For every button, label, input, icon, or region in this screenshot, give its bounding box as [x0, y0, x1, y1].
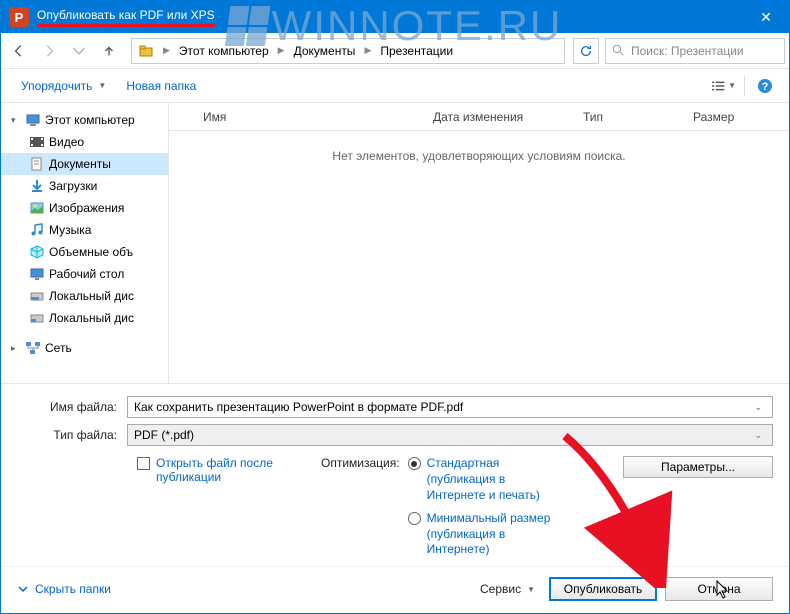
close-button[interactable]: ✕: [743, 1, 789, 33]
nav-forward-button[interactable]: [35, 37, 63, 65]
view-options-button[interactable]: ▼: [712, 74, 736, 98]
sidebar-item-disk-2[interactable]: Локальный дис: [1, 307, 168, 329]
nav-up-button[interactable]: [95, 37, 123, 65]
radio-minimal[interactable]: Минимальный размер (публикация в Интерне…: [408, 511, 567, 558]
sidebar-item-pictures[interactable]: Изображения: [1, 197, 168, 219]
network-icon: [25, 340, 41, 356]
col-size[interactable]: Размер: [685, 110, 765, 124]
col-type[interactable]: Тип: [575, 110, 685, 124]
sidebar: ▾ Этот компьютер Видео Документы Загрузк…: [1, 103, 169, 383]
optimization-label: Оптимизация:: [321, 456, 400, 470]
chevron-down-icon: [17, 583, 29, 595]
sidebar-item-video[interactable]: Видео: [1, 131, 168, 153]
column-headers: Имя Дата изменения Тип Размер: [169, 103, 789, 131]
desktop-icon: [29, 266, 45, 282]
titlebar: P Опубликовать как PDF или XPS ✕: [1, 1, 789, 33]
sidebar-item-disk-1[interactable]: Локальный дис: [1, 285, 168, 307]
filename-input[interactable]: Как сохранить презентацию PowerPoint в ф…: [127, 396, 773, 418]
sidebar-this-pc[interactable]: ▾ Этот компьютер: [1, 109, 168, 131]
search-icon: [612, 44, 625, 57]
parameters-button[interactable]: Параметры...: [623, 456, 773, 478]
publish-button[interactable]: Опубликовать: [549, 577, 657, 601]
app-icon: P: [9, 7, 29, 27]
sidebar-item-music[interactable]: Музыка: [1, 219, 168, 241]
sidebar-item-3d[interactable]: Объемные объ: [1, 241, 168, 263]
path-box[interactable]: ▶ Этот компьютер ▶ Документы ▶ Презентац…: [131, 38, 565, 64]
filetype-label: Тип файла:: [17, 428, 127, 442]
nav-recent-button[interactable]: [65, 37, 93, 65]
path-root-icon[interactable]: [132, 39, 160, 63]
path-segment-0[interactable]: Этот компьютер: [173, 39, 275, 63]
nav-back-button[interactable]: [5, 37, 33, 65]
path-segment-1[interactable]: Документы: [288, 39, 362, 63]
empty-message: Нет элементов, удовлетворяющих условиям …: [169, 149, 789, 163]
refresh-button[interactable]: [573, 38, 599, 64]
open-after-checkbox[interactable]: Открыть файл после публикации: [137, 456, 297, 484]
sidebar-item-desktop[interactable]: Рабочий стол: [1, 263, 168, 285]
new-folder-button[interactable]: Новая папка: [118, 75, 204, 97]
hide-folders-button[interactable]: Скрыть папки: [17, 582, 111, 596]
disk-icon: [29, 310, 45, 326]
path-segment-2[interactable]: Презентации: [374, 39, 459, 63]
col-date[interactable]: Дата изменения: [425, 110, 575, 124]
pictures-icon: [29, 200, 45, 216]
video-icon: [29, 134, 45, 150]
computer-icon: [25, 112, 41, 128]
cube-icon: [29, 244, 45, 260]
filename-label: Имя файла:: [17, 400, 127, 414]
cancel-button[interactable]: Отмена: [665, 577, 773, 601]
search-input[interactable]: Поиск: Презентации: [605, 38, 785, 64]
radio-standard[interactable]: Стандартная (публикация в Интернете и пе…: [408, 456, 567, 503]
svg-text:?: ?: [762, 81, 769, 93]
filetype-combo[interactable]: PDF (*.pdf)⌄: [127, 424, 773, 446]
organize-button[interactable]: Упорядочить▼: [13, 75, 114, 97]
disk-icon: [29, 288, 45, 304]
music-icon: [29, 222, 45, 238]
col-name[interactable]: Имя: [195, 110, 425, 124]
sidebar-item-downloads[interactable]: Загрузки: [1, 175, 168, 197]
help-button[interactable]: ?: [753, 74, 777, 98]
tools-button[interactable]: Сервис▼: [474, 580, 541, 598]
sidebar-network[interactable]: ▸ Сеть: [1, 337, 168, 359]
window-title: Опубликовать как PDF или XPS: [37, 8, 215, 27]
sidebar-item-documents[interactable]: Документы: [1, 153, 168, 175]
downloads-icon: [29, 178, 45, 194]
documents-icon: [29, 156, 45, 172]
